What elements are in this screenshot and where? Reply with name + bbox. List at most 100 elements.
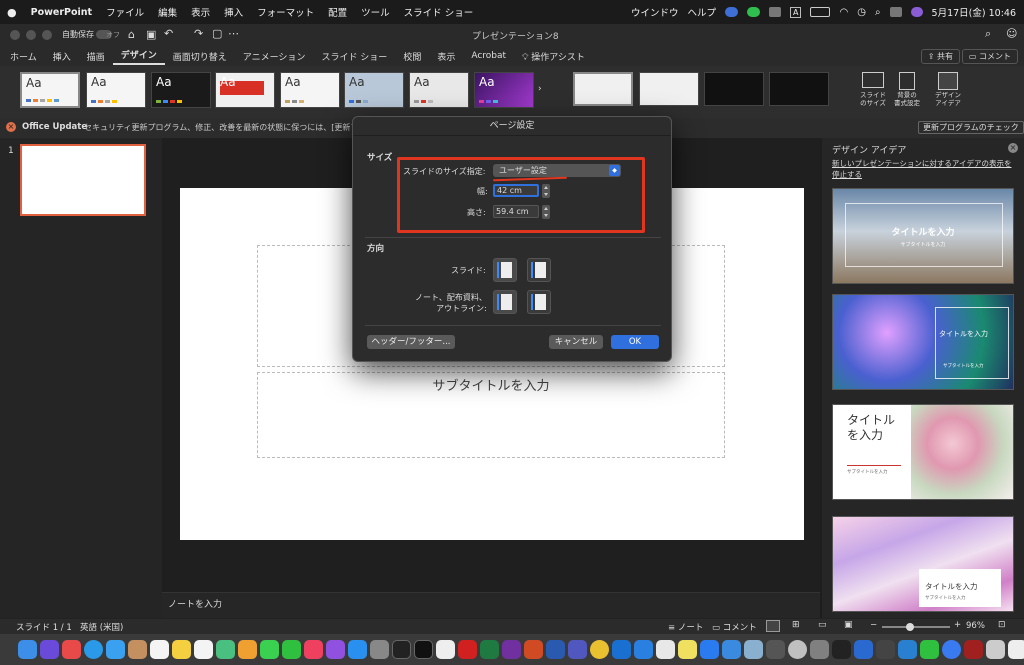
theme-6[interactable]: Aa <box>344 72 404 108</box>
theme-5[interactable]: Aa <box>280 72 340 108</box>
system-preferences-icon[interactable] <box>370 640 389 659</box>
music-icon[interactable] <box>304 640 323 659</box>
theme-gallery-more-icon[interactable]: › <box>538 84 542 94</box>
menu-window[interactable]: ウインドウ <box>631 5 679 19</box>
vscode-icon[interactable] <box>898 640 917 659</box>
capcut-icon[interactable] <box>832 640 851 659</box>
fit-slide-icon[interactable]: ⊡ <box>998 620 1006 630</box>
close-update-icon[interactable]: × <box>6 122 16 132</box>
calendar-icon[interactable] <box>150 640 169 659</box>
tab-design[interactable]: デザイン <box>112 48 165 65</box>
siri-icon[interactable] <box>40 640 59 659</box>
messages-icon[interactable] <box>260 640 279 659</box>
tab-transitions[interactable]: 画面切り替え <box>165 50 235 63</box>
messenger-icon[interactable] <box>942 640 961 659</box>
launchpad-icon[interactable] <box>62 640 81 659</box>
cancel-button[interactable]: キャンセル <box>549 335 603 349</box>
terminal-icon[interactable] <box>414 640 433 659</box>
ok-button[interactable]: OK <box>611 335 659 349</box>
chrome-icon[interactable] <box>590 640 609 659</box>
account-search-icon[interactable]: ⌕ <box>985 27 991 41</box>
photos-icon[interactable] <box>238 640 257 659</box>
minimize-window-button[interactable] <box>26 30 36 40</box>
variant-1[interactable] <box>573 72 633 106</box>
xcode-icon[interactable] <box>854 640 873 659</box>
line-icon[interactable] <box>920 640 939 659</box>
subtitle-placeholder[interactable]: サブタイトルを入力 <box>257 372 725 458</box>
background-format-button[interactable]: 背景の 書式設定 <box>890 72 924 107</box>
battery-icon[interactable] <box>810 7 831 17</box>
reminders-icon[interactable] <box>194 640 213 659</box>
comments-button[interactable]: ▭ コメント <box>961 49 1018 64</box>
normal-view-icon[interactable] <box>766 620 780 632</box>
tab-acrobat[interactable]: Acrobat <box>463 51 514 61</box>
theme-3[interactable]: Aa <box>151 72 211 108</box>
theme-4[interactable]: Aa <box>215 72 275 108</box>
width-input[interactable]: 42 cm <box>493 184 539 197</box>
tab-insert[interactable]: 挿入 <box>45 50 79 63</box>
theme-2[interactable]: Aa <box>86 72 146 108</box>
design-idea-2[interactable]: タイトルを入力 サブタイトルを入力 <box>832 294 1014 390</box>
notes-app-icon[interactable] <box>172 640 191 659</box>
slack-icon[interactable] <box>656 640 675 659</box>
documents-stack-icon[interactable] <box>1008 640 1024 659</box>
line-status-icon[interactable] <box>746 7 760 17</box>
calculator-icon[interactable] <box>876 640 895 659</box>
keynote-icon[interactable] <box>722 640 741 659</box>
menu-help[interactable]: ヘルプ <box>687 5 716 19</box>
tab-review[interactable]: 校閲 <box>395 50 429 63</box>
menu-app-name[interactable]: PowerPoint <box>24 7 99 18</box>
theme-office[interactable]: Aa <box>20 72 80 108</box>
maps-icon[interactable] <box>216 640 235 659</box>
safari-icon[interactable] <box>84 640 103 659</box>
height-stepper[interactable] <box>542 205 550 219</box>
menu-slideshow[interactable]: スライド ショー <box>397 5 481 19</box>
teams-icon[interactable] <box>568 640 587 659</box>
word-icon[interactable] <box>546 640 565 659</box>
apple-icon[interactable]: ● <box>0 6 24 19</box>
zoom-app-icon[interactable] <box>700 640 719 659</box>
share-button[interactable]: ⇪ 共有 <box>920 49 960 64</box>
vpn-icon[interactable] <box>788 640 807 659</box>
zoom-window-button[interactable] <box>42 30 52 40</box>
tell-me-assist[interactable]: 💡︎ 操作アシスト <box>514 50 593 63</box>
notes-landscape-button[interactable] <box>527 290 551 314</box>
close-window-button[interactable] <box>10 30 20 40</box>
feedback-smiley-icon[interactable]: ☺ <box>1006 27 1017 40</box>
stop-ideas-link[interactable]: 新しいプレゼンテーションに対するアイデアの表示を停止する <box>832 158 1014 180</box>
tab-view[interactable]: 表示 <box>429 50 463 63</box>
slide-size-button[interactable]: スライド のサイズ <box>856 72 890 107</box>
zoom-slider-thumb[interactable] <box>906 623 914 631</box>
status-comments-button[interactable]: ▭ コメント <box>712 621 757 633</box>
finder-icon[interactable] <box>18 640 37 659</box>
check-updates-button[interactable]: 更新プログラムのチェック <box>918 121 1024 134</box>
dictionary-icon[interactable] <box>964 640 983 659</box>
notes-portrait-button[interactable] <box>493 290 517 314</box>
preview-icon[interactable] <box>744 640 763 659</box>
zoom-out-icon[interactable]: − <box>870 620 877 630</box>
new-file-icon[interactable]: ▢ <box>212 27 222 40</box>
sorter-view-icon[interactable]: ⊞ <box>792 620 800 630</box>
slideshow-view-icon[interactable]: ▣ <box>844 620 853 630</box>
status-language[interactable]: 英語 (米国) <box>80 621 123 633</box>
redo-icon[interactable]: ↷ <box>194 27 203 40</box>
menu-file[interactable]: ファイル <box>99 5 151 19</box>
reading-view-icon[interactable]: ▭ <box>818 620 827 630</box>
textedit-icon[interactable] <box>436 640 455 659</box>
design-idea-3[interactable]: タイトルを入力 サブタイトルを入力 <box>832 404 1014 500</box>
variant-2[interactable] <box>639 72 699 106</box>
outlook-icon[interactable] <box>612 640 631 659</box>
header-footer-button[interactable]: ヘッダー/フッター... <box>367 335 455 349</box>
menu-arrange[interactable]: 配置 <box>321 5 354 19</box>
tab-animations[interactable]: アニメーション <box>235 50 314 63</box>
menu-datetime[interactable]: 5月17日(金) 10:46 <box>932 5 1016 19</box>
menu-insert[interactable]: 挿入 <box>217 5 250 19</box>
undo-icon[interactable]: ↶ <box>164 27 173 40</box>
tab-home[interactable]: ホーム <box>2 50 45 63</box>
status-notes-button[interactable]: ≡ ノート <box>668 621 703 633</box>
podcasts-icon[interactable] <box>326 640 345 659</box>
acrobat-icon[interactable] <box>458 640 477 659</box>
app-store-icon[interactable] <box>348 640 367 659</box>
slides-landscape-button[interactable] <box>527 258 551 282</box>
tab-slideshow[interactable]: スライド ショー <box>313 50 395 63</box>
